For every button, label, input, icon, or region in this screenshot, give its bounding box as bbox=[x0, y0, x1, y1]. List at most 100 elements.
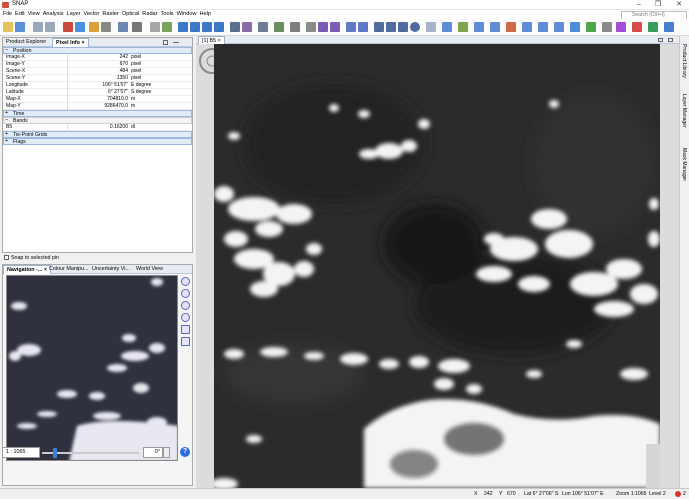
sidebar-product-library[interactable]: Product Library bbox=[681, 44, 687, 78]
section-position[interactable]: − Position bbox=[3, 47, 192, 54]
menu-edit[interactable]: Edit bbox=[15, 10, 25, 19]
world-map-icon[interactable] bbox=[290, 22, 300, 32]
graph-builder-icon[interactable] bbox=[602, 22, 612, 32]
view-maximize-icon[interactable] bbox=[668, 38, 673, 42]
menu-vector[interactable]: Vector bbox=[84, 10, 100, 19]
tab-colour-manipulation[interactable]: Colour Manipu... bbox=[46, 265, 92, 274]
section-time[interactable]: + Time bbox=[3, 110, 192, 117]
rgb-image-icon[interactable] bbox=[570, 22, 580, 32]
range-finder-icon[interactable] bbox=[346, 22, 356, 32]
image-view-icon[interactable] bbox=[101, 22, 111, 32]
pin-tool-icon[interactable] bbox=[330, 22, 340, 32]
band-maths-icon[interactable] bbox=[89, 22, 99, 32]
sentinel-icon[interactable] bbox=[632, 22, 642, 32]
ellipse-draw-icon[interactable] bbox=[410, 22, 420, 32]
metadata-icon[interactable] bbox=[274, 22, 284, 32]
information-icon[interactable] bbox=[242, 22, 252, 32]
scatter-plot-icon[interactable] bbox=[190, 22, 200, 32]
tile-horizontal-icon[interactable] bbox=[538, 22, 548, 32]
plugin-icon[interactable] bbox=[586, 22, 596, 32]
sync-views-icon[interactable] bbox=[181, 325, 190, 334]
section-tie-point-grids[interactable]: + Tie-Point Grids bbox=[3, 131, 192, 138]
sidebar-mask-manager[interactable]: Mask Manager bbox=[681, 148, 687, 181]
pin-manager-icon[interactable] bbox=[474, 22, 484, 32]
overview-thumbnail bbox=[7, 276, 177, 460]
save-product-icon[interactable] bbox=[15, 22, 25, 32]
sync-cursor-icon[interactable] bbox=[506, 22, 516, 32]
zoom-slider[interactable] bbox=[42, 448, 139, 458]
menu-radar[interactable]: Radar bbox=[142, 10, 157, 19]
export-icon[interactable] bbox=[75, 22, 85, 32]
tab-product-explorer[interactable]: Product Explorer bbox=[3, 38, 49, 47]
rotation-angle-field[interactable]: 0° bbox=[143, 447, 163, 458]
menu-view[interactable]: View bbox=[28, 10, 40, 19]
pan-tool-icon[interactable] bbox=[306, 22, 316, 32]
rectangle-draw-icon[interactable] bbox=[398, 22, 408, 32]
tile-windows-icon[interactable] bbox=[522, 22, 532, 32]
checkbox-icon[interactable] bbox=[4, 255, 9, 260]
tab-uncertainty-visualisation[interactable]: Uncertainty Vi... bbox=[89, 265, 133, 274]
maximize-button[interactable]: ❐ bbox=[651, 0, 665, 10]
select-tool-icon[interactable] bbox=[150, 22, 160, 32]
gcp-manager-icon[interactable] bbox=[458, 22, 468, 32]
zoom-all-icon[interactable] bbox=[181, 313, 190, 322]
tutorial-icon[interactable] bbox=[664, 22, 674, 32]
tab-pixel-info[interactable]: Pixel Info × bbox=[52, 38, 89, 47]
menu-help[interactable]: Help bbox=[200, 10, 212, 19]
menu-optical[interactable]: Optical bbox=[122, 10, 139, 19]
zoom-tool-icon[interactable] bbox=[318, 22, 328, 32]
menu-file[interactable]: File bbox=[3, 10, 12, 19]
notification-icon[interactable] bbox=[675, 491, 681, 497]
tile-vertical-icon[interactable] bbox=[554, 22, 564, 32]
help-toolbar-icon[interactable] bbox=[648, 22, 658, 32]
histogram-icon[interactable] bbox=[178, 22, 188, 32]
geocoding-icon[interactable] bbox=[258, 22, 268, 32]
undo-icon[interactable] bbox=[33, 22, 43, 32]
sync-cursor-nav-icon[interactable] bbox=[181, 337, 190, 346]
magic-wand-icon[interactable] bbox=[358, 22, 368, 32]
menu-window[interactable]: Window bbox=[177, 10, 197, 19]
menu-raster[interactable]: Raster bbox=[102, 10, 118, 19]
statistics-icon[interactable] bbox=[230, 22, 240, 32]
gcp-tool-icon[interactable] bbox=[162, 22, 172, 32]
redo-icon[interactable] bbox=[45, 22, 55, 32]
open-product-icon[interactable] bbox=[3, 22, 13, 32]
tab-world-view[interactable]: World View bbox=[133, 265, 166, 274]
section-flags[interactable]: + Flags bbox=[3, 138, 192, 145]
satellite-band-image[interactable] bbox=[214, 44, 660, 488]
zoom-in-icon[interactable] bbox=[181, 277, 190, 286]
navigation-overview-image[interactable] bbox=[6, 275, 178, 461]
menu-analysis[interactable]: Analysis bbox=[43, 10, 64, 19]
menu-layer[interactable]: Layer bbox=[67, 10, 81, 19]
sidebar-layer-manager[interactable]: Layer Manager bbox=[681, 94, 687, 128]
view-restore-icon[interactable] bbox=[658, 38, 663, 42]
panel-restore-icon[interactable] bbox=[163, 40, 168, 45]
pixel-info-row: Map-X 704810.0 m bbox=[3, 96, 192, 103]
mask-icon[interactable] bbox=[490, 22, 500, 32]
zoom-view-icon[interactable] bbox=[118, 22, 128, 32]
zoom-factor-field[interactable]: 1 : 1065 bbox=[2, 447, 40, 458]
import-icon[interactable] bbox=[63, 22, 73, 32]
polyline-draw-icon[interactable] bbox=[386, 22, 396, 32]
line-draw-icon[interactable] bbox=[374, 22, 384, 32]
rotation-spinner[interactable] bbox=[163, 447, 170, 458]
snap-to-pin-checkbox[interactable]: Snap to selected pin bbox=[2, 253, 193, 263]
new-vector-icon[interactable] bbox=[426, 22, 436, 32]
slider-knob[interactable] bbox=[53, 448, 57, 458]
spectrum-icon[interactable] bbox=[214, 22, 224, 32]
menu-tools[interactable]: Tools bbox=[161, 10, 174, 19]
panel-minimize-icon[interactable] bbox=[173, 42, 179, 43]
close-window-button[interactable]: ✕ bbox=[672, 0, 686, 10]
batch-processing-icon[interactable] bbox=[616, 22, 626, 32]
section-bands[interactable]: − Bands bbox=[3, 117, 192, 124]
layer-editor-icon[interactable] bbox=[442, 22, 452, 32]
tab-image-view-b5[interactable]: [1] B5 × bbox=[198, 36, 225, 44]
minimize-button[interactable]: – bbox=[632, 0, 646, 10]
tab-navigation[interactable]: Navigation -... × bbox=[3, 265, 51, 274]
zoom-pixel-icon[interactable] bbox=[181, 301, 190, 310]
profile-plot-icon[interactable] bbox=[202, 22, 212, 32]
help-icon[interactable]: ? bbox=[180, 447, 190, 457]
zoom-out-icon[interactable] bbox=[181, 289, 190, 298]
link-views-icon[interactable] bbox=[132, 22, 142, 32]
tab-close-icon[interactable]: × bbox=[81, 40, 84, 46]
